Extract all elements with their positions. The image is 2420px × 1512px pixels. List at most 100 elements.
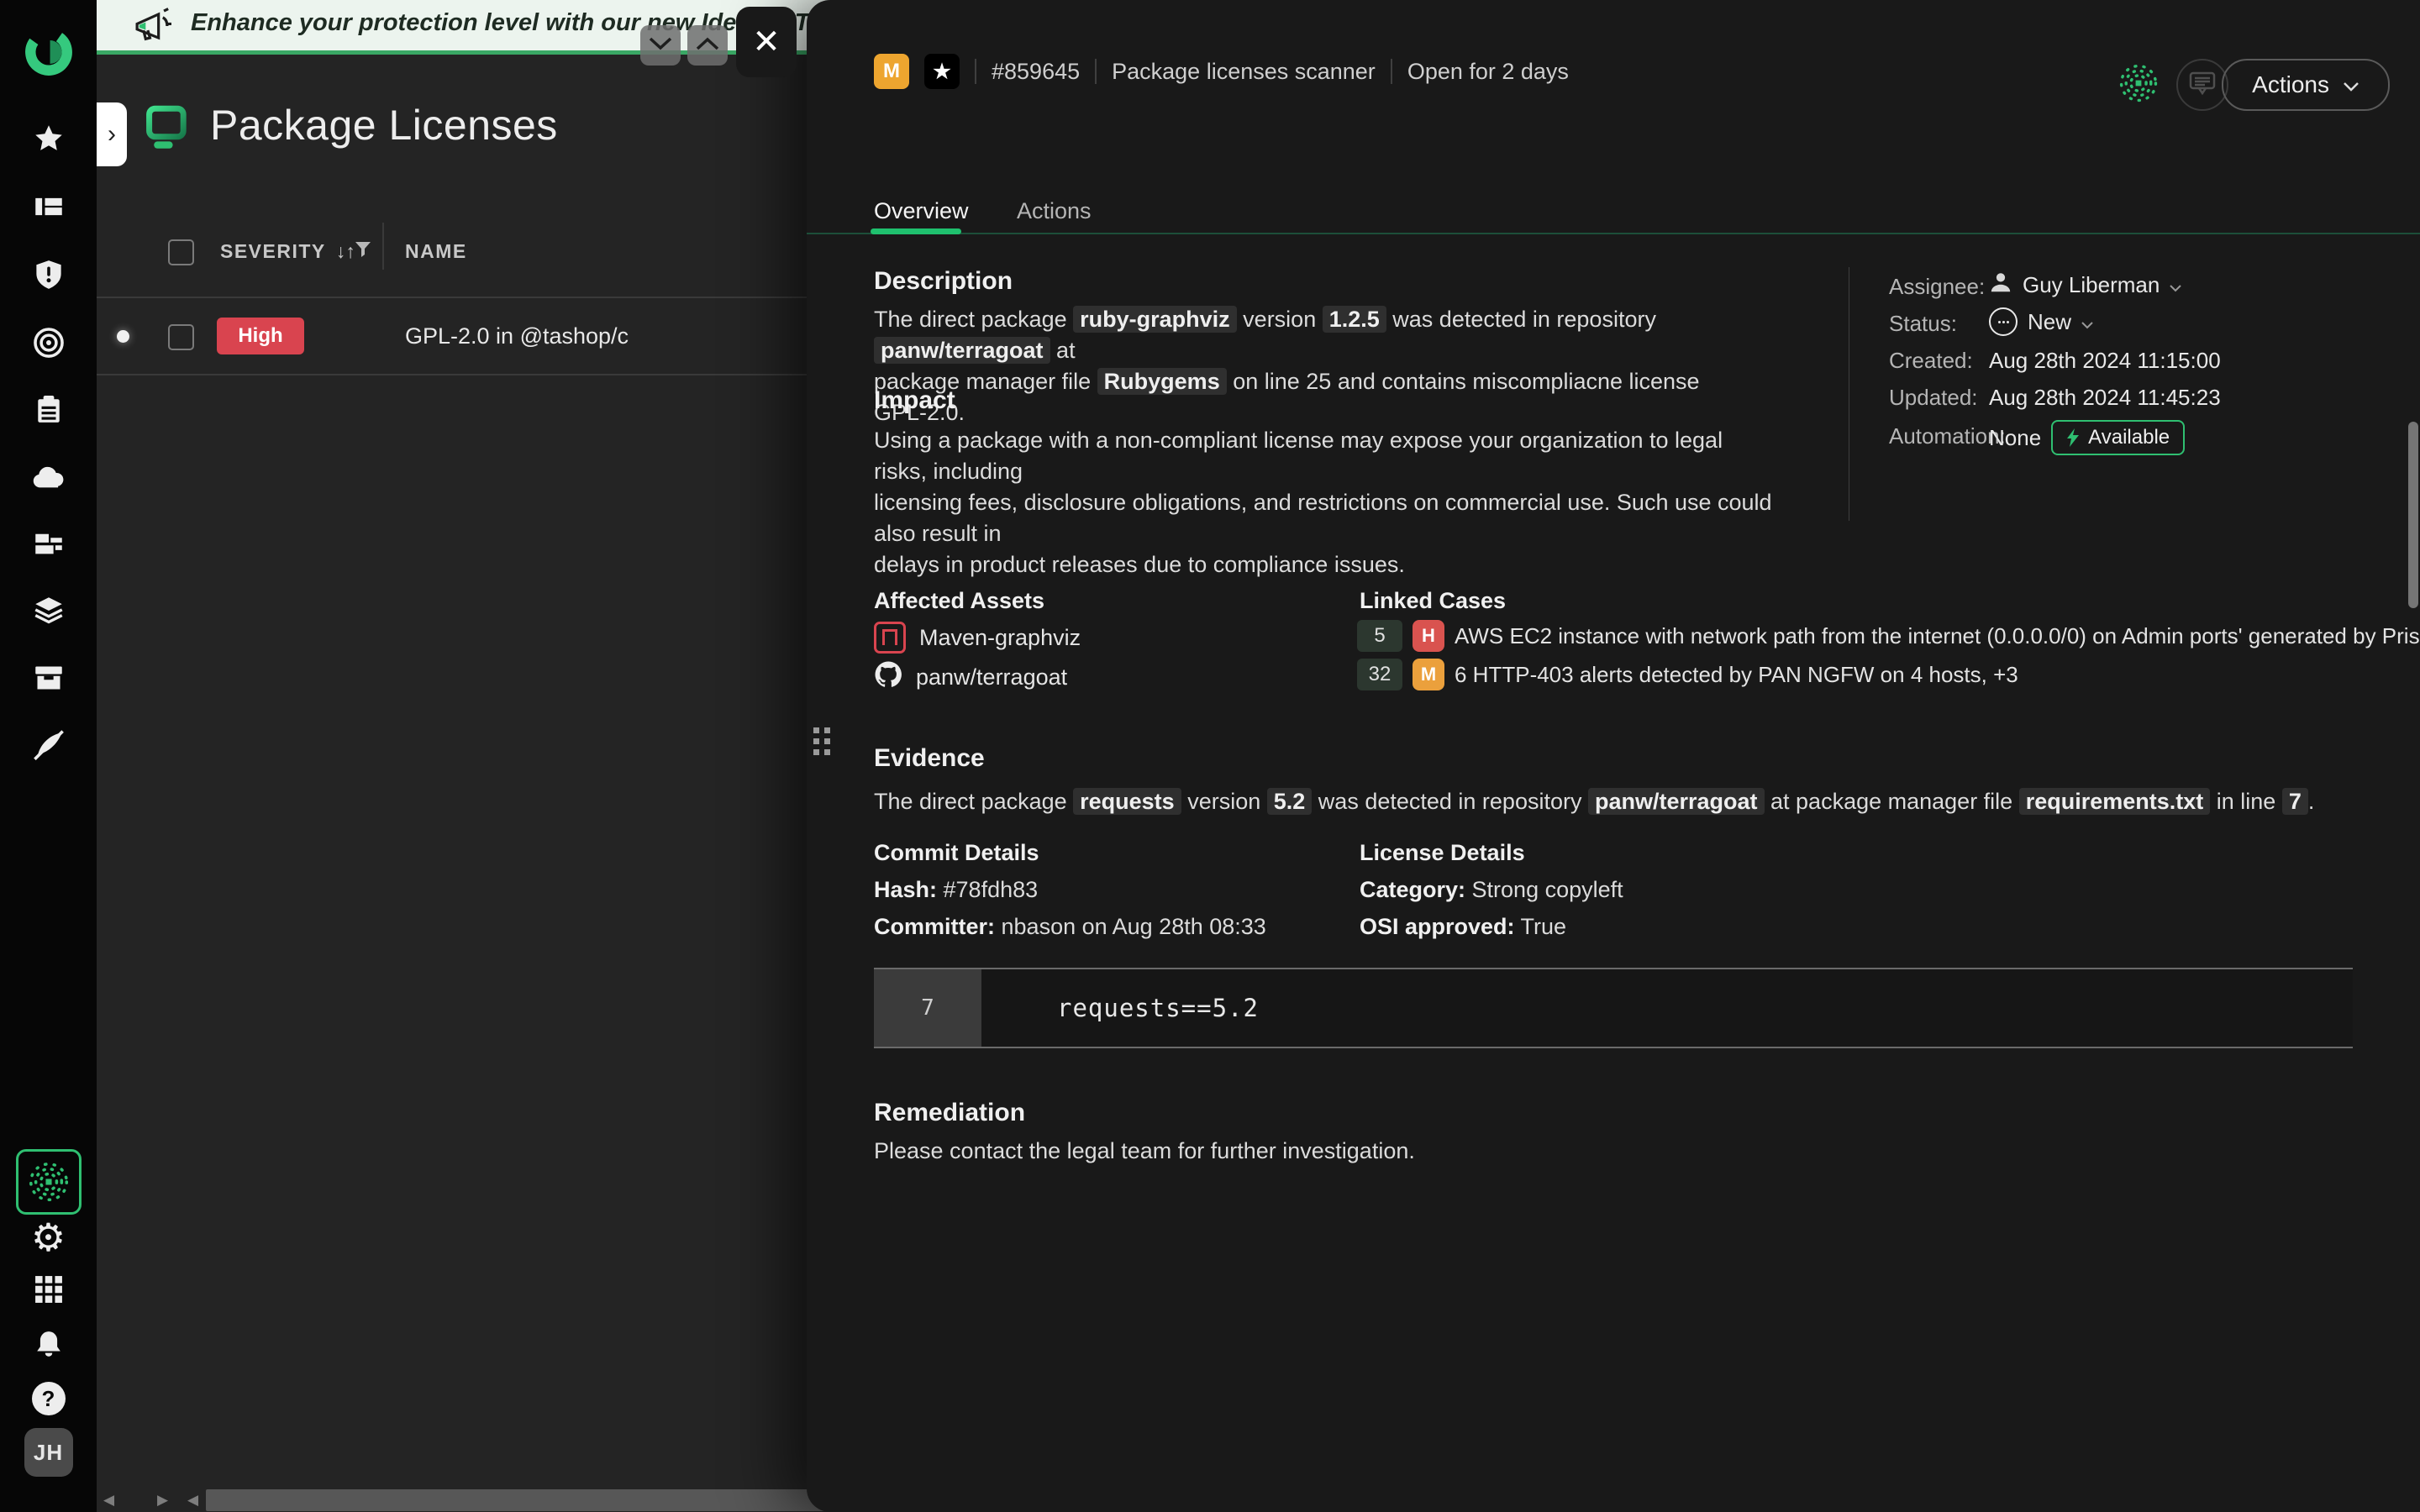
sidebar-item-boards[interactable] bbox=[0, 177, 97, 236]
cycode-logo-icon bbox=[23, 26, 75, 78]
user-avatar[interactable]: JH bbox=[0, 1425, 97, 1480]
scanner-name: Package licenses scanner bbox=[1112, 59, 1376, 85]
case-count-badge: 5 bbox=[1357, 620, 1402, 652]
license-osi: OSI approved: True bbox=[1360, 914, 1566, 940]
blocks-icon bbox=[34, 528, 64, 559]
chevron-down-icon bbox=[2081, 309, 2093, 335]
star-icon: ★ bbox=[933, 60, 951, 84]
description-text: The direct package ruby-graphviz version… bbox=[874, 304, 1748, 428]
star-badge[interactable]: ★ bbox=[924, 54, 960, 89]
row-checkbox[interactable] bbox=[168, 324, 194, 350]
page-title: Package Licenses bbox=[210, 101, 558, 150]
case-header-meta: M ★ #859645 Package licenses scanner Ope… bbox=[874, 54, 1569, 89]
tab-overview[interactable]: Overview bbox=[874, 198, 969, 224]
severity-badge-high: High bbox=[217, 318, 304, 354]
close-icon: ✕ bbox=[752, 23, 781, 61]
ai-assistant-icon[interactable] bbox=[2118, 62, 2160, 108]
sidebar-item-layers[interactable] bbox=[0, 581, 97, 640]
section-heading-linked-cases: Linked Cases bbox=[1360, 588, 1506, 614]
sidebar-item-notifications[interactable] bbox=[0, 1315, 97, 1373]
github-icon bbox=[874, 660, 902, 695]
case-age: Open for 2 days bbox=[1407, 59, 1569, 85]
status-value[interactable]: New bbox=[1989, 307, 2093, 336]
automation-label: Automation: bbox=[1889, 423, 2006, 449]
section-heading-license-details: License Details bbox=[1360, 840, 1525, 866]
filter-funnel-icon[interactable] bbox=[354, 240, 372, 263]
sidebar-item-detections[interactable] bbox=[0, 313, 97, 372]
sidebar-item-inventory[interactable] bbox=[0, 648, 97, 707]
megaphone-icon bbox=[130, 7, 174, 50]
ai-sparkle-dots-icon bbox=[16, 1149, 82, 1215]
star-icon bbox=[34, 123, 64, 154]
asset-item-maven[interactable]: Maven-graphviz bbox=[874, 622, 1081, 654]
sidebar-item-help[interactable]: ? bbox=[0, 1369, 97, 1428]
status-label: Status: bbox=[1889, 311, 1957, 337]
linked-case-item[interactable]: 32 M 6 HTTP-403 alerts detected by PAN N… bbox=[1357, 659, 2018, 690]
column-header-name[interactable]: NAME bbox=[405, 240, 467, 263]
maven-package-icon bbox=[874, 622, 906, 654]
person-icon bbox=[1989, 270, 2012, 300]
banner-expand-button[interactable] bbox=[687, 25, 728, 66]
section-heading-evidence: Evidence bbox=[874, 744, 985, 773]
column-header-severity[interactable]: SEVERITY ↓↑ bbox=[220, 240, 355, 263]
panel-drag-handle[interactable] bbox=[813, 727, 830, 755]
sidebar-item-assets[interactable] bbox=[0, 514, 97, 573]
section-heading-description: Description bbox=[874, 267, 1013, 296]
horizontal-scrollbar: ◀ ▶ ◀ bbox=[97, 1488, 891, 1512]
separator bbox=[975, 59, 976, 84]
section-heading-impact: Impact bbox=[874, 386, 955, 415]
actions-button[interactable]: Actions bbox=[2222, 59, 2390, 111]
code-content: requests==5.2 bbox=[981, 969, 1259, 1047]
layers-icon bbox=[33, 596, 65, 626]
sidebar-item-cloud[interactable] bbox=[0, 447, 97, 506]
scroll-left-icon[interactable]: ◀ bbox=[187, 1493, 198, 1507]
comments-button[interactable] bbox=[2176, 59, 2228, 111]
status-new-icon bbox=[1989, 307, 2018, 336]
sidebar-item-reports[interactable] bbox=[0, 381, 97, 439]
sidebar-item-favorites[interactable] bbox=[0, 109, 97, 168]
scroll-left-icon[interactable]: ◀ bbox=[103, 1493, 114, 1507]
shield-alert-icon bbox=[34, 260, 64, 290]
vertical-scrollbar-thumb[interactable] bbox=[2408, 422, 2418, 608]
apps-grid-icon bbox=[34, 1275, 63, 1304]
brand-logo[interactable] bbox=[0, 23, 97, 81]
clipboard-icon bbox=[34, 395, 63, 425]
scroll-right-icon[interactable]: ▶ bbox=[157, 1493, 168, 1507]
code-line-number: 7 bbox=[874, 969, 981, 1047]
panel-expand-button[interactable]: › bbox=[97, 102, 127, 166]
severity-badge-medium: M bbox=[1413, 659, 1444, 690]
app-screen: ⚙ ? JH Enhance bbox=[0, 0, 2420, 1512]
sidebar-item-apps[interactable] bbox=[0, 1260, 97, 1319]
case-count-badge: 32 bbox=[1357, 659, 1402, 690]
sidebar-item-ai-assistant-active[interactable] bbox=[0, 1152, 97, 1211]
tab-actions[interactable]: Actions bbox=[1017, 198, 1092, 224]
horizontal-scrollbar-thumb[interactable] bbox=[206, 1489, 891, 1511]
severity-badge-high: H bbox=[1413, 620, 1444, 652]
bell-icon bbox=[34, 1330, 63, 1358]
sidebar-item-settings[interactable]: ⚙ bbox=[0, 1208, 97, 1267]
impact-text: Using a package with a non-compliant lic… bbox=[874, 425, 1781, 580]
updated-label: Updated: bbox=[1889, 385, 1978, 411]
sidebar-item-security-alerts[interactable] bbox=[0, 245, 97, 304]
automation-available-button[interactable]: Available bbox=[2051, 420, 2185, 455]
column-divider bbox=[382, 223, 384, 270]
commit-committer: Committer: nbason on Aug 28th 08:33 bbox=[874, 914, 1266, 940]
remediation-text: Please contact the legal team for furthe… bbox=[874, 1136, 2050, 1167]
comment-icon bbox=[2188, 70, 2217, 101]
archive-box-icon bbox=[34, 664, 64, 692]
banner-close-button[interactable]: ✕ bbox=[736, 7, 797, 77]
automation-value: None Available bbox=[1989, 420, 2185, 455]
created-label: Created: bbox=[1889, 348, 1973, 374]
sidebar-item-supply-chain[interactable] bbox=[0, 715, 97, 774]
assignee-value[interactable]: Guy Liberman bbox=[1989, 270, 2181, 300]
separator bbox=[1391, 59, 1392, 84]
select-all-checkbox[interactable] bbox=[168, 239, 194, 265]
row-indicator-dot bbox=[117, 330, 129, 343]
linked-case-item[interactable]: 5 H AWS EC2 instance with network path f… bbox=[1357, 620, 2420, 652]
section-heading-commit-details: Commit Details bbox=[874, 840, 1039, 866]
code-snippet: 7 requests==5.2 bbox=[874, 968, 2353, 1048]
commit-hash: Hash: #78fdh83 bbox=[874, 877, 1038, 903]
tab-bar-line bbox=[807, 233, 2420, 234]
banner-collapse-button[interactable] bbox=[640, 25, 681, 66]
asset-item-repo[interactable]: panw/terragoat bbox=[874, 660, 1067, 695]
